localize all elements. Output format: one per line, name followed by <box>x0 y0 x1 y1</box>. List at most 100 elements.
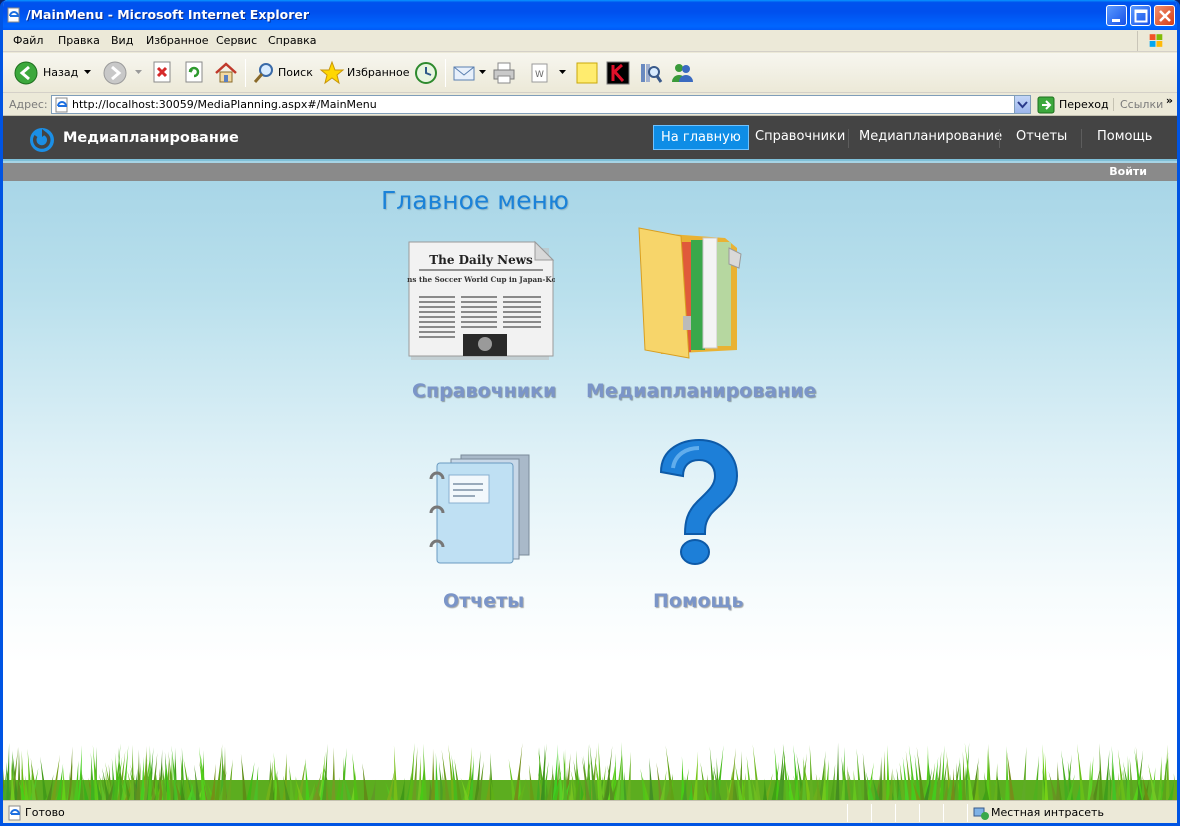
zone-text: Местная интрасеть <box>991 806 1104 819</box>
home-button[interactable] <box>213 60 239 86</box>
stop-icon <box>153 61 171 83</box>
menu-tools[interactable]: Сервис <box>216 34 257 47</box>
search-icon <box>253 63 273 83</box>
tile-media-planning[interactable] <box>633 224 763 364</box>
question-mark-icon <box>659 438 739 565</box>
browser-window: /MainMenu - Microsoft Internet Explorer … <box>0 0 1180 826</box>
newspaper-masthead: The Daily News <box>429 253 533 267</box>
nav-media-planning[interactable]: Медиапланирование <box>859 129 1002 144</box>
brand-title[interactable]: Медиапланирование <box>63 130 239 146</box>
close-button[interactable] <box>1154 5 1175 26</box>
status-separator <box>943 804 944 822</box>
tile-reports-label[interactable]: Отчеты <box>443 590 524 612</box>
links-label[interactable]: Ссылки <box>1113 98 1163 111</box>
tile-reports[interactable] <box>421 449 535 567</box>
menu-file[interactable]: Файл <box>13 34 43 47</box>
forward-button[interactable] <box>102 60 142 86</box>
forward-arrow-icon <box>103 61 127 85</box>
svg-text:W: W <box>535 70 544 80</box>
address-input[interactable]: http://localhost:30059/MediaPlanning.asp… <box>51 95 1031 114</box>
close-icon <box>1159 10 1171 22</box>
tile-media-planning-label[interactable]: Медиапланирование <box>586 380 816 402</box>
nav-divider <box>848 129 849 148</box>
newspaper-icon: The Daily News Mexico wins the Soccer Wo… <box>367 240 595 360</box>
status-separator <box>895 804 896 822</box>
brand-logo-icon <box>30 128 54 152</box>
go-arrow-icon <box>1037 96 1055 114</box>
nav-directories[interactable]: Справочники <box>755 129 845 144</box>
menu-bar: Файл Правка Вид Избранное Сервис Справка <box>3 30 1177 52</box>
mail-icon <box>453 66 475 81</box>
favorites-label: Избранное <box>347 66 410 79</box>
go-label: Переход <box>1059 98 1109 111</box>
search-button[interactable]: Поиск <box>251 60 313 86</box>
maximize-button[interactable] <box>1130 5 1151 26</box>
nav-divider <box>999 129 1000 148</box>
grass-decoration <box>3 742 1177 800</box>
sub-bar: Войти <box>3 163 1177 181</box>
page-icon <box>8 805 21 821</box>
home-icon <box>215 62 237 83</box>
title-bar[interactable]: /MainMenu - Microsoft Internet Explorer <box>3 0 1177 30</box>
back-button[interactable]: Назад <box>13 60 93 86</box>
tile-help[interactable] <box>653 438 743 572</box>
chevron-down-icon <box>135 70 142 74</box>
favorites-button[interactable]: Избранное <box>319 60 410 86</box>
kaspersky-button[interactable] <box>605 60 631 86</box>
back-label: Назад <box>43 66 79 79</box>
menu-view[interactable]: Вид <box>111 34 133 47</box>
note-button[interactable] <box>574 60 600 86</box>
status-separator <box>871 804 872 822</box>
nav-reports[interactable]: Отчеты <box>1016 129 1067 144</box>
messenger-button[interactable] <box>669 60 695 86</box>
address-url: http://localhost:30059/MediaPlanning.asp… <box>72 98 377 111</box>
address-bar: Адрес: http://localhost:30059/MediaPlann… <box>3 93 1177 116</box>
address-label: Адрес: <box>9 98 48 111</box>
menu-favorites[interactable]: Избранное <box>146 34 208 47</box>
windows-logo-icon <box>1137 31 1163 51</box>
stop-button[interactable] <box>151 60 175 86</box>
notebooks-icon <box>429 454 530 564</box>
tile-help-label[interactable]: Помощь <box>653 590 744 612</box>
newspaper-headline: Mexico wins the Soccer World Cup in Japa… <box>407 275 555 284</box>
mail-button[interactable] <box>451 60 487 86</box>
nav-help[interactable]: Помощь <box>1097 129 1152 144</box>
go-button[interactable]: Переход <box>1037 96 1109 114</box>
printer-icon <box>493 62 515 84</box>
tile-directories[interactable]: The Daily News Mexico wins the Soccer Wo… <box>367 238 595 363</box>
sticky-note-icon <box>576 62 598 84</box>
nav-divider <box>1081 129 1082 148</box>
login-link[interactable]: Войти <box>1109 165 1147 178</box>
search-label: Поиск <box>278 66 313 79</box>
page-icon <box>55 97 68 113</box>
maximize-icon <box>1134 9 1148 23</box>
research-button[interactable] <box>637 60 663 86</box>
kaspersky-icon <box>606 61 630 85</box>
menu-help[interactable]: Справка <box>268 34 316 47</box>
status-bar: Готово Местная интрасеть <box>3 800 1177 823</box>
back-arrow-icon <box>14 61 38 85</box>
refresh-button[interactable] <box>183 60 207 86</box>
links-chevron-icon[interactable]: » <box>1166 94 1173 107</box>
menu-edit[interactable]: Правка <box>58 34 100 47</box>
intranet-zone-icon <box>973 807 989 820</box>
nav-home[interactable]: На главную <box>653 125 749 150</box>
toolbar-separator <box>445 59 446 87</box>
address-dropdown-button[interactable] <box>1014 96 1030 113</box>
print-button[interactable] <box>491 60 517 86</box>
minimize-button[interactable] <box>1106 5 1127 26</box>
chevron-down-icon <box>84 70 91 74</box>
folder-icon <box>638 227 742 359</box>
status-text: Готово <box>25 806 65 819</box>
page-content: Медиапланирование На главную Справочники… <box>3 116 1177 800</box>
history-button[interactable] <box>413 60 439 86</box>
word-document-icon: W <box>531 63 548 83</box>
site-navbar: Медиапланирование На главную Справочники… <box>3 116 1177 161</box>
status-separator <box>967 804 968 822</box>
chevron-down-icon <box>559 70 566 74</box>
edit-button[interactable]: W <box>527 60 571 86</box>
history-icon <box>415 62 437 84</box>
minimize-icon <box>1112 19 1120 22</box>
toolbar: Назад Поиск Избранное W <box>3 53 1177 93</box>
tile-directories-label[interactable]: Справочники <box>412 380 556 402</box>
